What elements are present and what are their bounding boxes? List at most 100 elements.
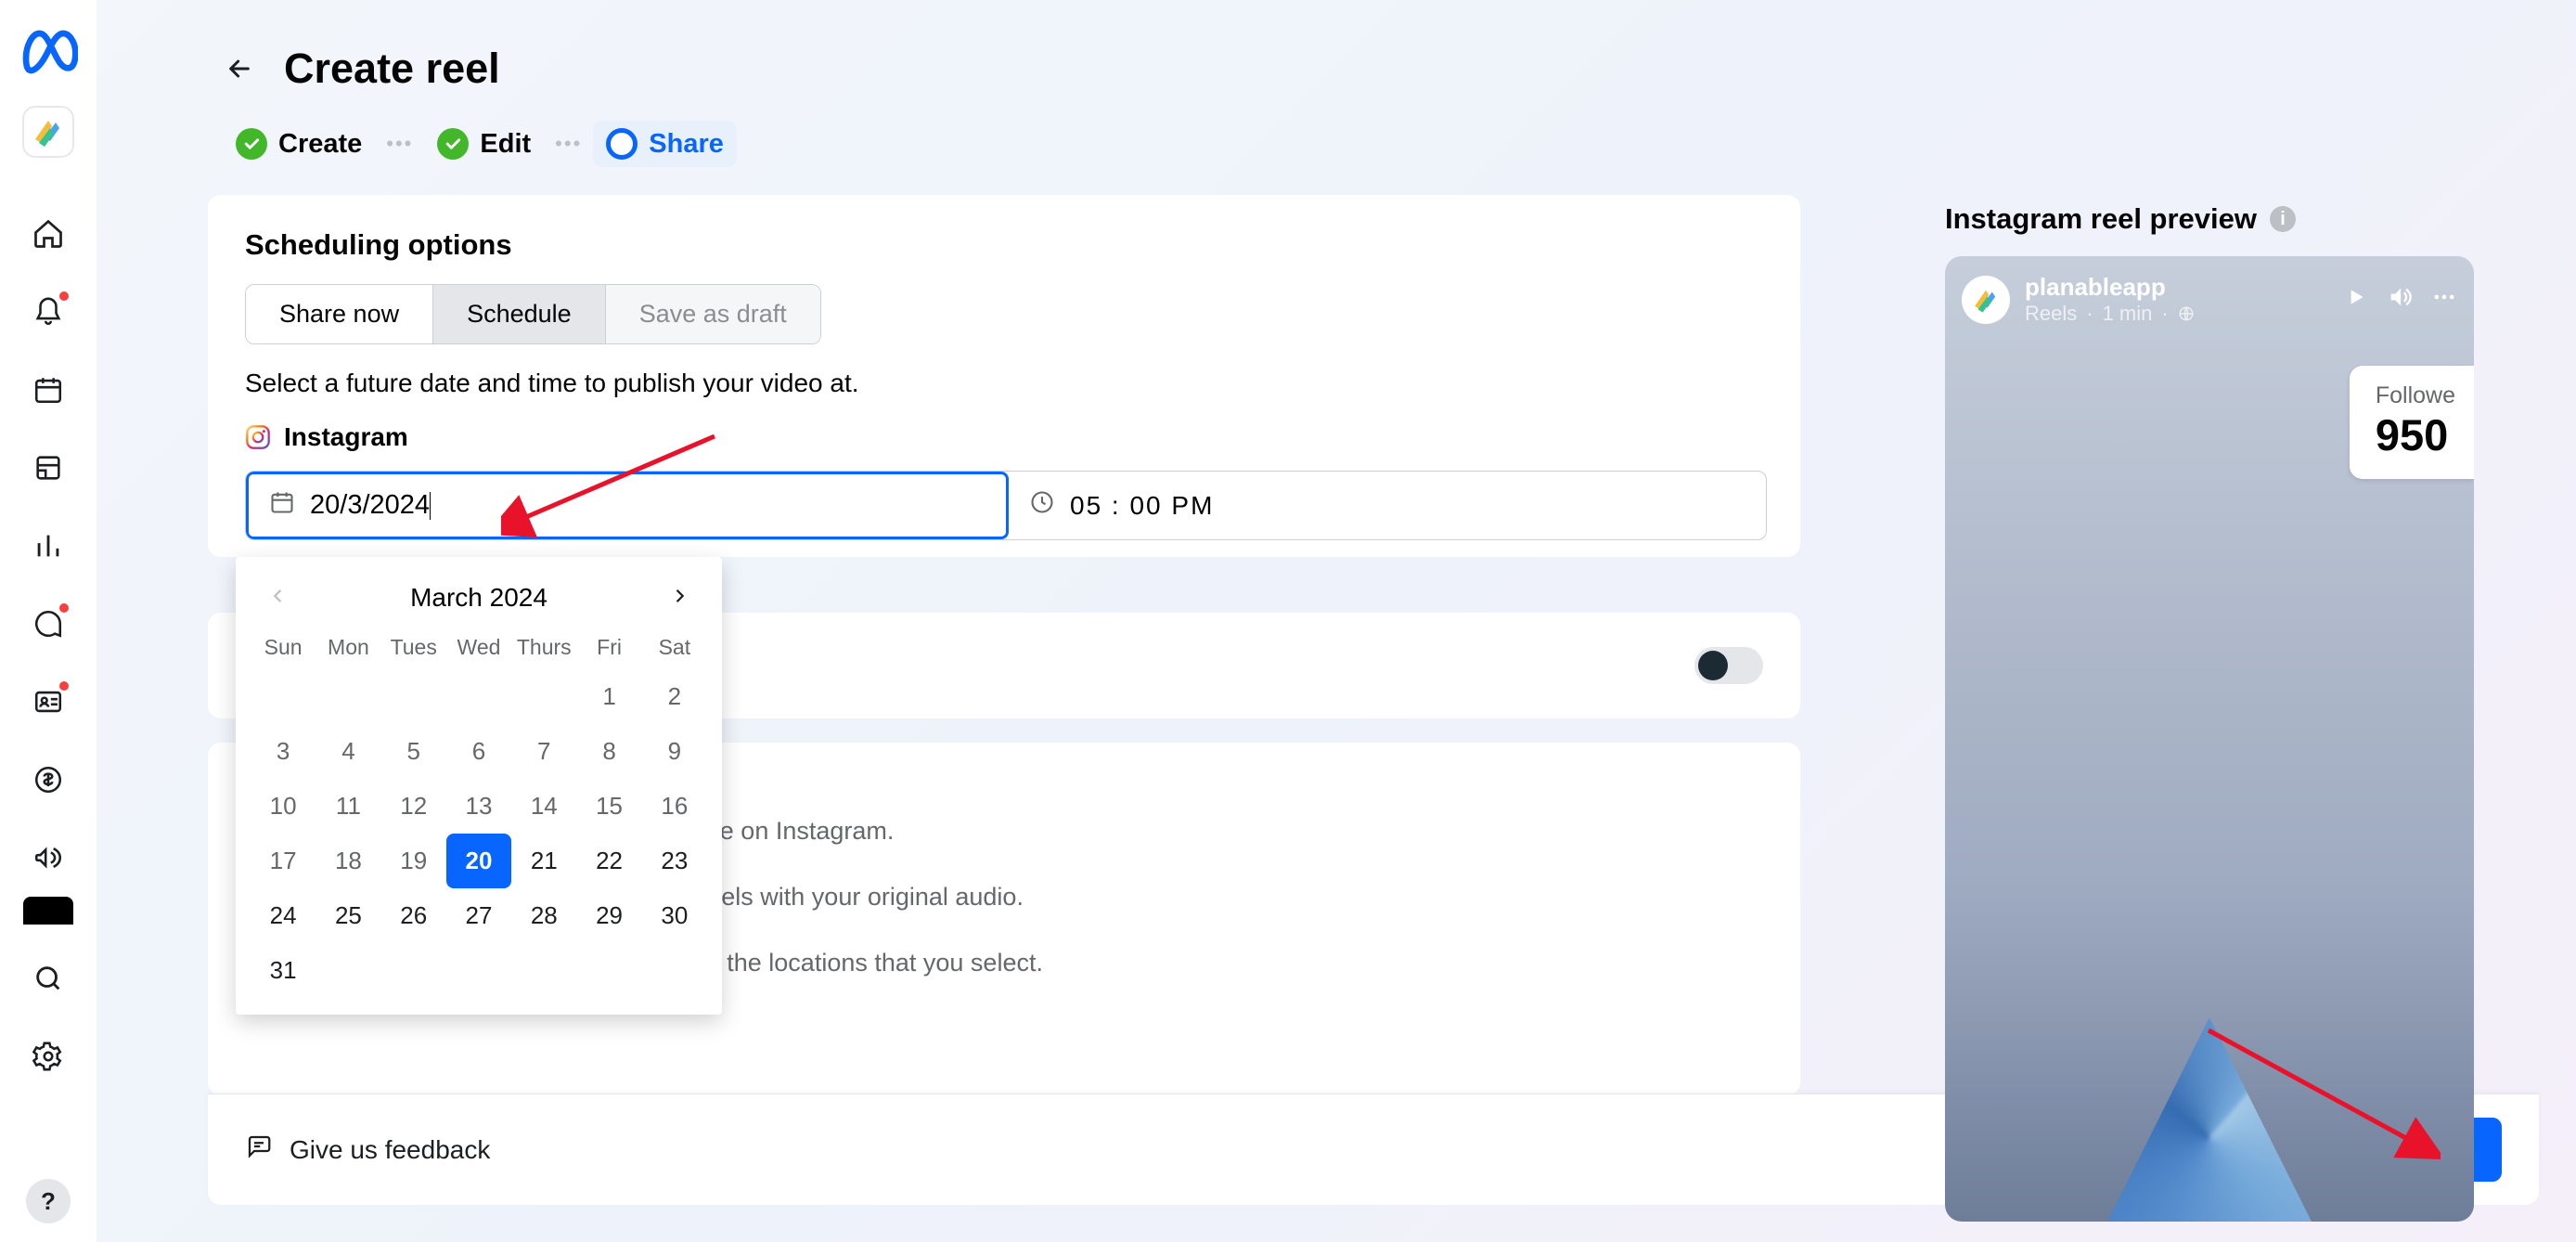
calendar-day[interactable]: 27 — [446, 888, 511, 943]
ads-icon[interactable] — [30, 839, 67, 876]
calendar-day[interactable]: 14 — [511, 779, 576, 834]
calendar-day[interactable]: 20 — [446, 834, 511, 888]
calendar-day[interactable]: 30 — [642, 888, 707, 943]
tab-schedule[interactable]: Schedule — [433, 285, 606, 343]
planner-icon[interactable] — [30, 371, 67, 408]
contacts-icon[interactable] — [30, 683, 67, 720]
calendar-icon — [269, 489, 295, 522]
more-icon[interactable] — [2431, 284, 2457, 315]
step-share[interactable]: Share — [593, 121, 737, 167]
calendar-day[interactable]: 1 — [576, 669, 641, 724]
step-create-label: Create — [278, 129, 362, 160]
calendar-day[interactable]: 18 — [316, 834, 380, 888]
date-input[interactable]: 20/3/2024 — [246, 472, 1009, 539]
step-edit[interactable]: Edit — [424, 121, 544, 167]
inbox-icon[interactable] — [30, 605, 67, 642]
back-arrow-icon[interactable] — [223, 52, 256, 85]
collapsed-tab-icon[interactable] — [23, 897, 73, 925]
calendar-prev-icon[interactable] — [267, 586, 288, 611]
feedback-icon — [245, 1132, 273, 1167]
meta-logo-icon[interactable] — [19, 19, 78, 78]
calendar-day[interactable]: 22 — [576, 834, 641, 888]
calendar-day[interactable]: 21 — [511, 834, 576, 888]
search-icon[interactable] — [30, 960, 67, 997]
calendar-next-icon[interactable] — [670, 586, 690, 611]
feedback-link[interactable]: Give us feedback — [245, 1132, 490, 1167]
calendar-day[interactable]: 2 — [642, 669, 707, 724]
calendar-dow: Wed — [446, 626, 511, 669]
stepper: Create ••• Edit ••• Share — [223, 121, 737, 167]
date-picker[interactable]: March 2024 SunMonTuesWedThursFriSat12345… — [236, 557, 722, 1015]
calendar-day — [511, 669, 576, 724]
calendar-day[interactable]: 19 — [381, 834, 446, 888]
calendar-day[interactable]: 29 — [576, 888, 641, 943]
monetization-icon[interactable] — [30, 761, 67, 798]
calendar-day — [381, 669, 446, 724]
calendar-day[interactable]: 17 — [251, 834, 316, 888]
scheduling-helper: Select a future date and time to publish… — [245, 369, 1763, 398]
calendar-day[interactable]: 13 — [446, 779, 511, 834]
preview-avatar[interactable] — [1962, 276, 2010, 324]
calendar-day[interactable]: 25 — [316, 888, 380, 943]
home-icon[interactable] — [30, 215, 67, 252]
notifications-icon[interactable] — [30, 293, 67, 330]
time-input[interactable]: 05 : 00 PM — [1009, 472, 1766, 539]
calendar-day — [251, 669, 316, 724]
calendar-day — [511, 943, 576, 998]
time-value: 05 : 00 PM — [1070, 491, 1214, 521]
calendar-day[interactable]: 16 — [642, 779, 707, 834]
calendar-day[interactable]: 12 — [381, 779, 446, 834]
play-icon[interactable] — [2344, 285, 2368, 314]
calendar-day[interactable]: 9 — [642, 724, 707, 779]
calendar-dow: Tues — [381, 626, 446, 669]
calendar-day[interactable]: 3 — [251, 724, 316, 779]
calendar-day[interactable]: 11 — [316, 779, 380, 834]
instagram-icon — [245, 424, 271, 450]
calendar-dow: Sat — [642, 626, 707, 669]
calendar-day — [381, 943, 446, 998]
preview-subtitle: Reels·1 min· — [2025, 302, 2195, 326]
date-value: 20/3/2024 — [310, 490, 430, 520]
tab-share-now[interactable]: Share now — [246, 285, 433, 343]
toggle-switch[interactable] — [1694, 647, 1763, 684]
help-icon[interactable]: ? — [26, 1179, 71, 1223]
volume-icon[interactable] — [2387, 284, 2413, 315]
calendar-day[interactable]: 10 — [251, 779, 316, 834]
preview-account-name[interactable]: planableapp — [2025, 273, 2195, 302]
calendar-day[interactable]: 4 — [316, 724, 380, 779]
tab-save-draft[interactable]: Save as draft — [606, 285, 820, 343]
calendar-day[interactable]: 7 — [511, 724, 576, 779]
calendar-day[interactable]: 15 — [576, 779, 641, 834]
calendar-day[interactable]: 26 — [381, 888, 446, 943]
calendar-grid: SunMonTuesWedThursFriSat1234567891011121… — [251, 626, 707, 998]
calendar-day[interactable]: 8 — [576, 724, 641, 779]
check-icon — [437, 128, 469, 160]
planable-app-icon[interactable] — [22, 106, 74, 158]
follower-card: Followe 950 — [2350, 366, 2474, 479]
settings-icon[interactable] — [30, 1038, 67, 1075]
calendar-day[interactable]: 31 — [251, 943, 316, 998]
content-icon[interactable] — [30, 449, 67, 486]
calendar-day[interactable]: 23 — [642, 834, 707, 888]
feedback-label: Give us feedback — [290, 1135, 490, 1165]
info-icon[interactable]: i — [2270, 206, 2296, 232]
datetime-row: 20/3/2024 05 : 00 PM — [245, 471, 1767, 540]
follower-count: 950 — [2376, 409, 2455, 460]
calendar-dow: Thurs — [511, 626, 576, 669]
check-icon — [236, 128, 267, 160]
calendar-day[interactable]: 5 — [381, 724, 446, 779]
calendar-day[interactable]: 6 — [446, 724, 511, 779]
calendar-day — [642, 943, 707, 998]
left-nav-rail: ? — [0, 0, 97, 1242]
calendar-day — [446, 943, 511, 998]
calendar-title: March 2024 — [410, 583, 547, 613]
calendar-day[interactable]: 24 — [251, 888, 316, 943]
toggle-knob — [1698, 651, 1728, 680]
step-create[interactable]: Create — [223, 121, 375, 167]
inbox-badge — [59, 603, 69, 613]
page-title: Create reel — [284, 45, 500, 93]
insights-icon[interactable] — [30, 527, 67, 564]
calendar-day — [446, 669, 511, 724]
calendar-day — [576, 943, 641, 998]
calendar-day[interactable]: 28 — [511, 888, 576, 943]
